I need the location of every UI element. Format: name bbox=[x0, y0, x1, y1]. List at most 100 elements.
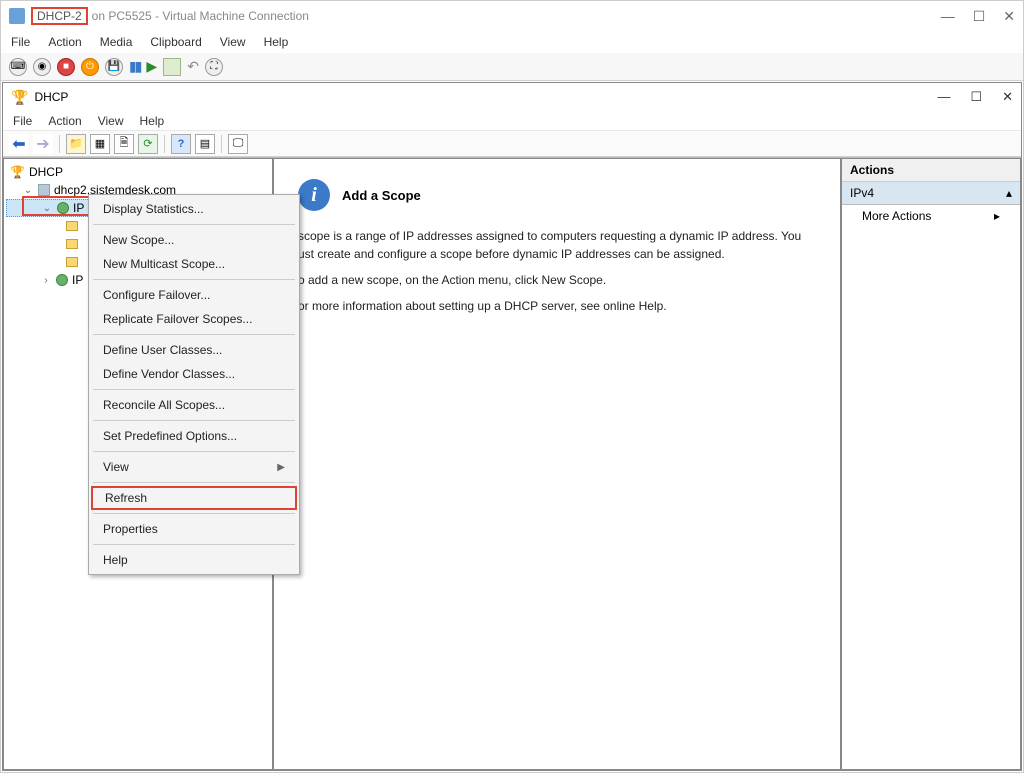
pause-button[interactable]: ▮▮ bbox=[129, 58, 140, 75]
actions-more-label: More Actions bbox=[862, 209, 931, 223]
up-button[interactable]: 📁 bbox=[66, 134, 86, 154]
actions-more[interactable]: More Actions ▸ bbox=[842, 205, 1020, 227]
context-menu-item[interactable]: View ▶ bbox=[91, 455, 297, 479]
context-menu-separator bbox=[93, 451, 295, 452]
vm-menu-view[interactable]: View bbox=[220, 35, 246, 49]
actions-header: Actions bbox=[842, 159, 1020, 182]
dhcp-title: DHCP bbox=[34, 90, 68, 104]
context-menu-item-label: New Multicast Scope... bbox=[103, 257, 225, 271]
ctrl-alt-del-button[interactable]: ⌨ bbox=[9, 58, 27, 76]
context-menu-item[interactable]: Display Statistics... bbox=[91, 197, 297, 221]
vm-menu-help[interactable]: Help bbox=[264, 35, 289, 49]
vm-menu-media[interactable]: Media bbox=[100, 35, 133, 49]
dhcp-maximize-button[interactable]: ☐ bbox=[970, 89, 982, 105]
actions-selected-label: IPv4 bbox=[850, 186, 874, 200]
vm-maximize-button[interactable]: ☐ bbox=[973, 8, 986, 25]
collapse-icon: ▴ bbox=[1006, 186, 1012, 200]
context-menu-item[interactable]: Replicate Failover Scopes... bbox=[91, 307, 297, 331]
save-button[interactable]: 💾 bbox=[105, 58, 123, 76]
context-menu-separator bbox=[93, 224, 295, 225]
content-heading: Add a Scope bbox=[342, 188, 421, 203]
context-menu-item-label: Help bbox=[103, 553, 128, 567]
context-menu-separator bbox=[93, 513, 295, 514]
context-menu-item[interactable]: New Multicast Scope... bbox=[91, 252, 297, 276]
vm-menu-clipboard[interactable]: Clipboard bbox=[150, 35, 201, 49]
vm-close-button[interactable]: ✕ bbox=[1003, 8, 1015, 25]
context-menu-item[interactable]: Help bbox=[91, 548, 297, 572]
dhcp-minimize-button[interactable]: — bbox=[937, 89, 950, 105]
dhcp-menu-file[interactable]: File bbox=[13, 114, 32, 128]
refresh-button[interactable]: ⟳ bbox=[138, 134, 158, 154]
expand-icon[interactable]: ⌄ bbox=[22, 185, 34, 196]
context-menu-separator bbox=[93, 544, 295, 545]
dhcp-close-button[interactable]: ✕ bbox=[1002, 89, 1013, 105]
forward-button[interactable]: ➔ bbox=[33, 134, 53, 154]
context-menu-item-label: Configure Failover... bbox=[103, 288, 210, 302]
context-menu-item[interactable]: Properties bbox=[91, 517, 297, 541]
context-menu-item-label: Display Statistics... bbox=[103, 202, 204, 216]
dhcp-menu-help[interactable]: Help bbox=[140, 114, 165, 128]
context-menu-item-label: New Scope... bbox=[103, 233, 174, 247]
checkpoint-button[interactable] bbox=[163, 58, 181, 76]
info-icon: i bbox=[298, 179, 330, 211]
context-menu[interactable]: Display Statistics... New Scope... New Mul… bbox=[88, 194, 300, 575]
context-menu-item[interactable]: New Scope... bbox=[91, 228, 297, 252]
back-button[interactable]: ⬅ bbox=[9, 134, 29, 154]
vm-title-rest: on PC5525 - Virtual Machine Connection bbox=[92, 9, 309, 23]
tree-root-label: DHCP bbox=[29, 165, 63, 179]
actions-selected-row[interactable]: IPv4 ▴ bbox=[842, 182, 1020, 205]
highlight-ipv4 bbox=[22, 196, 96, 216]
vm-menu-action[interactable]: Action bbox=[48, 35, 81, 49]
vm-toolbar: ⌨ ◉ ■ ⏻ 💾 ▮▮ ▶ ↶ ⛶ bbox=[1, 53, 1023, 81]
context-menu-item[interactable]: Reconcile All Scopes... bbox=[91, 393, 297, 417]
show-hide-tree-button[interactable]: ▦ bbox=[90, 134, 110, 154]
tree-root[interactable]: 🏆 DHCP bbox=[6, 163, 270, 181]
folder-icon bbox=[66, 239, 78, 249]
context-menu-item[interactable]: Set Predefined Options... bbox=[91, 424, 297, 448]
dhcp-toolbar: ⬅ ➔ 📁 ▦ 🗎 ⟳ ? ▤ 🖵 bbox=[3, 131, 1021, 157]
server-icon bbox=[38, 184, 50, 196]
folder-icon bbox=[66, 257, 78, 267]
context-menu-item[interactable]: Define User Classes... bbox=[91, 338, 297, 362]
start-button[interactable]: ◉ bbox=[33, 58, 51, 76]
context-menu-item-label: Define Vendor Classes... bbox=[103, 367, 235, 381]
chevron-right-icon: ▶ bbox=[277, 462, 285, 473]
context-menu-item-label: Properties bbox=[103, 522, 158, 536]
vm-minimize-button[interactable]: — bbox=[941, 8, 955, 25]
chevron-right-icon: ▸ bbox=[994, 209, 1000, 223]
vm-titlebar: DHCP-2 on PC5525 - Virtual Machine Conne… bbox=[1, 1, 1023, 31]
dhcp-menu-view[interactable]: View bbox=[98, 114, 124, 128]
context-menu-item-label: Refresh bbox=[105, 491, 147, 505]
context-menu-item-label: Replicate Failover Scopes... bbox=[103, 312, 252, 326]
context-menu-item-label: View bbox=[103, 460, 129, 474]
view-button[interactable]: ▤ bbox=[195, 134, 215, 154]
actions-pane: Actions IPv4 ▴ More Actions ▸ bbox=[841, 158, 1021, 770]
dhcp-app-icon: 🏆 bbox=[11, 89, 28, 106]
help-button[interactable]: ? bbox=[171, 134, 191, 154]
shutdown-button[interactable]: ⏻ bbox=[81, 58, 99, 76]
context-menu-separator bbox=[93, 279, 295, 280]
revert-button[interactable]: ↶ bbox=[187, 58, 199, 75]
dhcp-menu-action[interactable]: Action bbox=[48, 114, 81, 128]
stop-button[interactable]: ■ bbox=[57, 58, 75, 76]
monitor-button[interactable]: 🖵 bbox=[228, 134, 248, 154]
vm-title-prefix: DHCP-2 bbox=[31, 7, 88, 25]
expand-icon[interactable]: › bbox=[40, 275, 52, 286]
context-menu-separator bbox=[93, 482, 295, 483]
context-menu-item[interactable]: Refresh bbox=[91, 486, 297, 510]
vm-icon bbox=[9, 8, 25, 24]
vm-menu-file[interactable]: File bbox=[11, 35, 30, 49]
play-button[interactable]: ▶ bbox=[146, 58, 157, 75]
content-p2: o add a new scope, on the Action menu, c… bbox=[298, 271, 816, 289]
context-menu-separator bbox=[93, 420, 295, 421]
vm-menubar: File Action Media Clipboard View Help bbox=[1, 31, 1023, 53]
context-menu-item[interactable]: Define Vendor Classes... bbox=[91, 362, 297, 386]
context-menu-separator bbox=[93, 389, 295, 390]
context-menu-separator bbox=[93, 334, 295, 335]
ipv6-icon bbox=[56, 274, 68, 286]
enhanced-session-button[interactable]: ⛶ bbox=[205, 58, 223, 76]
properties-button[interactable]: 🗎 bbox=[114, 134, 134, 154]
context-menu-item-label: Define User Classes... bbox=[103, 343, 222, 357]
context-menu-item-label: Reconcile All Scopes... bbox=[103, 398, 225, 412]
context-menu-item[interactable]: Configure Failover... bbox=[91, 283, 297, 307]
